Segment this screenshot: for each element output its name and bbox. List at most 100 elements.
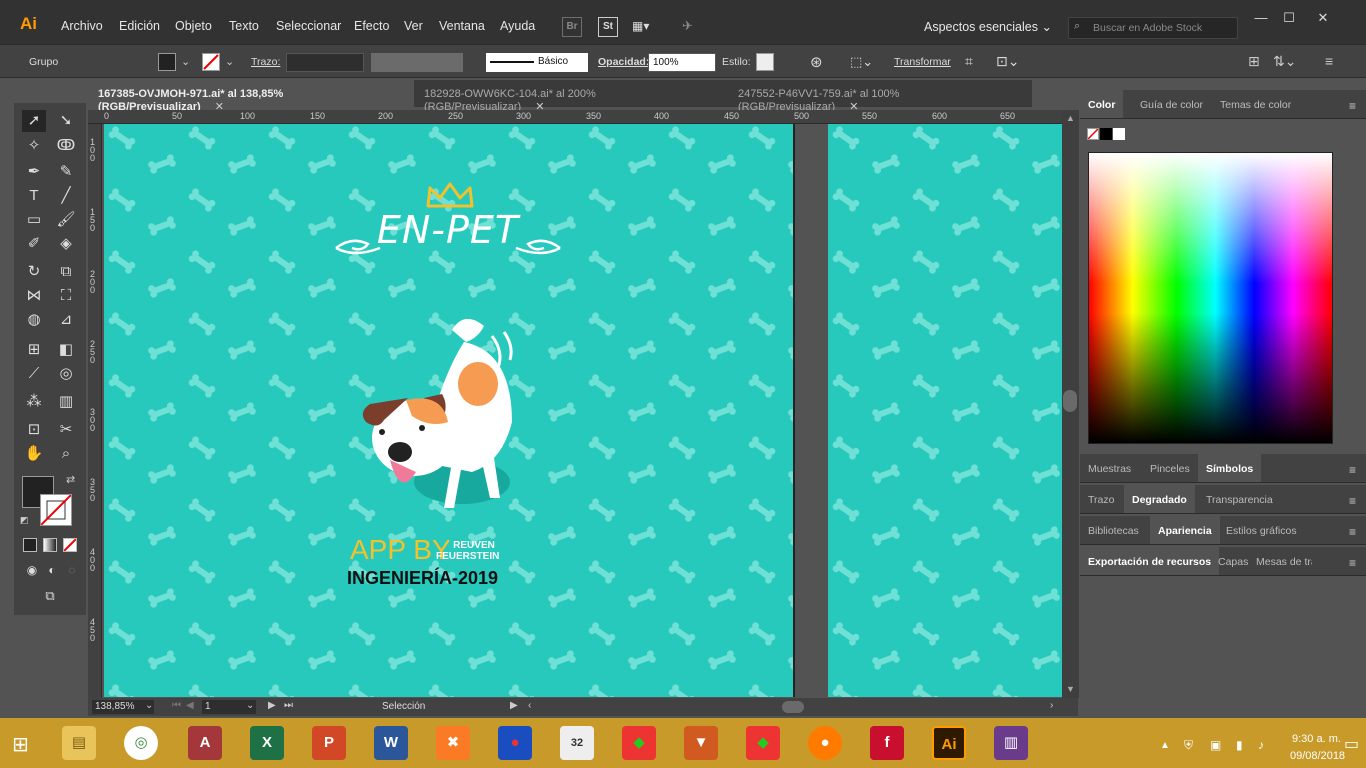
mesh-tool-icon[interactable]: ⊞ [22, 339, 46, 361]
draw-inside-icon[interactable]: ◌ [60, 559, 84, 581]
free-transform-icon[interactable]: ⛶ [54, 285, 78, 307]
pen-tool-icon[interactable]: ✒ [22, 161, 46, 183]
isolate-group-icon[interactable]: ⌗ [965, 53, 973, 70]
hand-tool-icon[interactable]: ✋ [22, 443, 46, 465]
windows-start-icon[interactable]: ⊞ [12, 732, 29, 757]
selection-tool-icon[interactable]: ➚ [22, 110, 46, 132]
tab-color-themes[interactable]: Temas de color [1212, 90, 1299, 118]
workspace-switcher[interactable]: Aspectos esenciales ⌄ [924, 19, 1052, 34]
tab-stroke[interactable]: Trazo [1080, 485, 1122, 513]
panel-menu-icon[interactable]: ≡ [1349, 556, 1356, 570]
flash-icon[interactable]: f [870, 726, 904, 760]
width-tool-icon[interactable]: ⋈ [22, 285, 46, 307]
close-window-button[interactable]: ✕ [1310, 10, 1336, 28]
menu-archivo[interactable]: Archivo [61, 19, 103, 33]
game-icon[interactable]: ◆ [746, 726, 780, 760]
stock-search-input[interactable]: Buscar en Adobe Stock [1068, 17, 1238, 39]
recolor-artwork-icon[interactable]: ⊛ [810, 53, 823, 71]
tab-document-1[interactable]: 167385-OVJMOH-971.ai* al 138,85% (RGB/Pr… [88, 80, 414, 113]
game-icon[interactable]: 32 [560, 726, 594, 760]
chevron-down-icon[interactable]: ⌄ [225, 55, 234, 68]
tab-asset-export[interactable]: Exportación de recursos [1080, 547, 1220, 575]
gradient-mode-icon[interactable] [43, 538, 57, 552]
gradient-tool-icon[interactable]: ◧ [54, 339, 78, 361]
paintbrush-icon[interactable]: 🖌 [54, 209, 78, 231]
stock-button[interactable]: St [598, 17, 618, 37]
tab-graphic-styles[interactable]: Estilos gráficos [1218, 516, 1305, 544]
brush-definition[interactable]: Básico [486, 53, 588, 72]
status-menu-icon[interactable]: ▶ [510, 700, 518, 711]
access-icon[interactable]: A [188, 726, 222, 760]
rotate-tool-icon[interactable]: ↻ [22, 261, 46, 283]
file-explorer-icon[interactable]: ▤ [62, 726, 96, 760]
panel-menu-icon[interactable]: ≡ [1325, 53, 1333, 69]
chevron-down-icon[interactable]: ⌄ [246, 700, 254, 711]
default-colors-icon[interactable]: ◩ [20, 515, 29, 526]
tray-arrow-icon[interactable]: ▲ [1160, 740, 1170, 751]
eyedropper-icon[interactable]: ⟋ [22, 363, 46, 385]
white-swatch[interactable] [1113, 128, 1125, 140]
panel-menu-icon[interactable]: ≡ [1349, 99, 1356, 113]
last-artboard-icon[interactable]: ⏭ [284, 700, 293, 711]
edit-clipping-icon[interactable]: ⊡⌄ [996, 53, 1019, 70]
slice-tool-icon[interactable]: ✂ [54, 419, 78, 441]
black-swatch[interactable] [1100, 128, 1112, 140]
align-icon[interactable]: ⬚⌄ [850, 54, 873, 70]
line-tool-icon[interactable]: ╱ [54, 185, 78, 207]
excel-icon[interactable]: X [250, 726, 284, 760]
clock-time[interactable]: 9:30 a. m. [1292, 733, 1341, 745]
magic-wand-icon[interactable]: ✧ [22, 135, 46, 157]
notifications-icon[interactable]: ▭ [1344, 734, 1359, 754]
opacity-label[interactable]: Opacidad: [598, 56, 649, 68]
network-icon[interactable]: ▣ [1210, 738, 1221, 752]
menu-texto[interactable]: Texto [229, 19, 259, 33]
battery-icon[interactable]: ▮ [1236, 738, 1243, 752]
menu-edicion[interactable]: Edición [119, 19, 160, 33]
chevron-down-icon[interactable]: ⌄ [145, 700, 153, 711]
previous-artboard-icon[interactable]: ◀ [186, 700, 194, 711]
tab-symbols[interactable]: Símbolos [1198, 454, 1262, 482]
color-spectrum[interactable] [1088, 152, 1333, 444]
volume-icon[interactable]: ♪ [1258, 738, 1264, 752]
tab-document-3[interactable]: 247552-P46VV1-759.ai* al 100% (RGB/Previ… [728, 80, 1032, 113]
symbol-sprayer-icon[interactable]: ⁂ [22, 391, 46, 413]
winrar-icon[interactable]: ▥ [994, 726, 1028, 760]
scale-tool-icon[interactable]: ⧉ [54, 261, 78, 283]
menu-objeto[interactable]: Objeto [175, 19, 212, 33]
chrome-icon[interactable]: ◎ [124, 726, 158, 760]
xampp-icon[interactable]: ✖ [436, 726, 470, 760]
vertical-scrollbar[interactable]: ▲ ▼ [1062, 110, 1079, 698]
screen-mode-icon[interactable]: ⧉ [38, 585, 62, 607]
bridge-button[interactable]: Br [562, 17, 582, 37]
illustrator-taskbar-icon[interactable]: Ai [932, 726, 966, 760]
tab-brushes[interactable]: Pinceles [1142, 454, 1198, 482]
arrange-icon[interactable]: ⊞ [1248, 53, 1260, 70]
shape-builder-icon[interactable]: ◍ [22, 309, 46, 331]
opacity-field[interactable]: 100% [648, 53, 716, 72]
tab-appearance[interactable]: Apariencia [1150, 516, 1220, 544]
perspective-grid-icon[interactable]: ⊿ [54, 309, 78, 331]
horizontal-scroll-thumb[interactable] [782, 701, 804, 713]
stroke-label[interactable]: Trazo: [251, 56, 280, 68]
stroke-weight-field[interactable] [286, 53, 364, 72]
gpu-performance-icon[interactable]: ✈ [682, 18, 693, 34]
curvature-tool-icon[interactable]: ✎ [54, 161, 78, 183]
minimize-button[interactable]: — [1248, 10, 1274, 28]
none-color-icon[interactable] [1087, 128, 1099, 140]
tab-color-guide[interactable]: Guía de color [1132, 90, 1211, 118]
direct-selection-tool-icon[interactable]: ➘ [54, 110, 78, 132]
word-icon[interactable]: W [374, 726, 408, 760]
tab-transparency[interactable]: Transparencia [1198, 485, 1281, 513]
panel-menu-icon[interactable]: ≡ [1349, 525, 1356, 539]
lasso-icon[interactable]: ↂ [54, 135, 78, 157]
stroke-color-box[interactable] [40, 494, 72, 526]
color-mode-icon[interactable] [23, 538, 37, 552]
scroll-left-icon[interactable]: ‹ [528, 700, 531, 711]
tab-swatches[interactable]: Muestras [1080, 454, 1139, 482]
scroll-right-icon[interactable]: › [1050, 700, 1053, 711]
powerpoint-icon[interactable]: P [312, 726, 346, 760]
chevron-down-icon[interactable]: ⌄ [181, 55, 190, 68]
clock-date[interactable]: 09/08/2018 [1290, 750, 1345, 762]
menu-efecto[interactable]: Efecto [354, 19, 389, 33]
graphic-style-swatch[interactable] [756, 53, 774, 71]
